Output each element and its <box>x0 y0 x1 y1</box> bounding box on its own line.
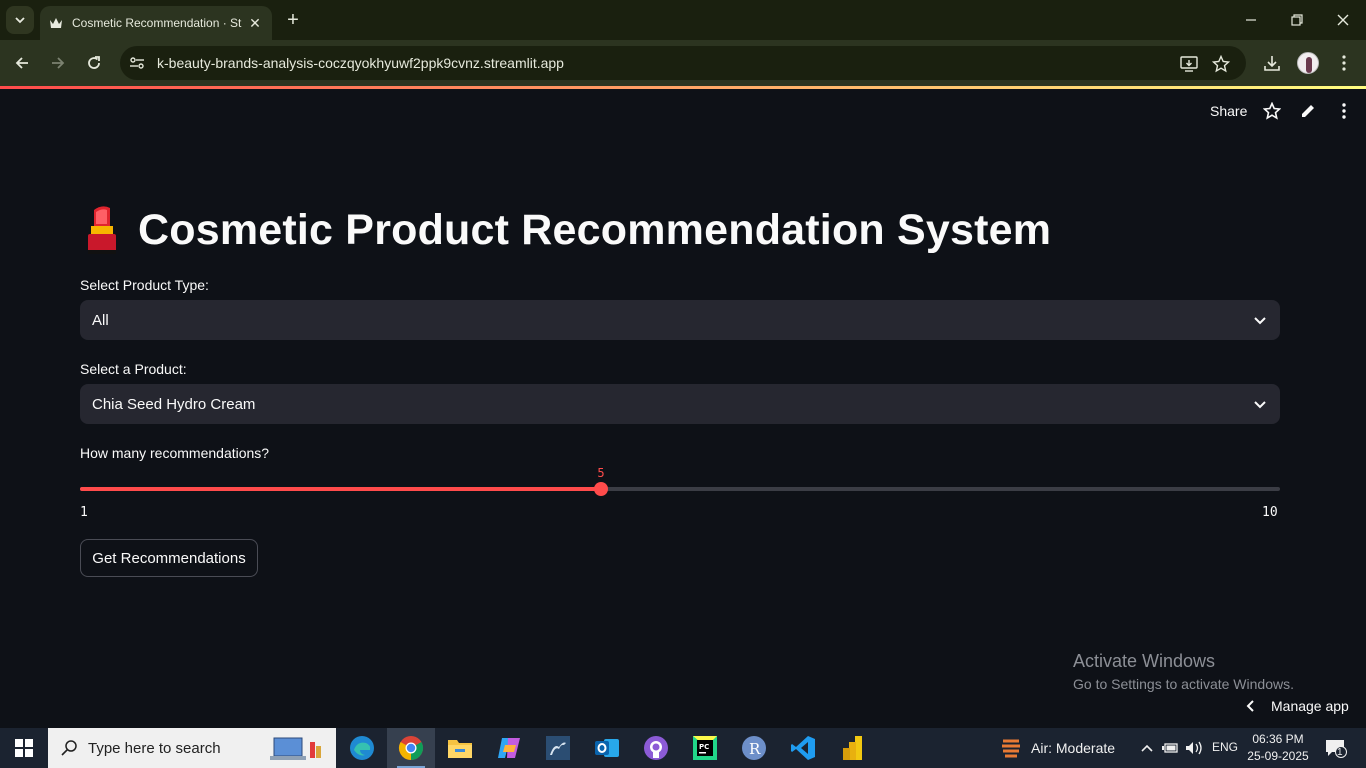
slider-value: 5 <box>597 466 605 480</box>
product-type-value: All <box>92 311 109 329</box>
chevron-down-icon <box>1252 312 1268 328</box>
slider-max-label: 10 <box>1262 505 1278 520</box>
get-recommendations-button[interactable]: Get Recommendations <box>80 539 258 577</box>
clock-time: 06:36 PM <box>1252 732 1304 746</box>
watermark-title: Activate Windows <box>1073 651 1216 671</box>
page-title: Cosmetic Product Recommendation System <box>80 200 1051 260</box>
notification-center-icon[interactable] <box>1324 738 1348 758</box>
tab-close-icon[interactable]: ✕ <box>246 15 264 32</box>
browser-tab-strip: Cosmetic Recommendation · St ✕ + <box>0 0 1366 40</box>
svg-text:PC: PC <box>699 743 709 751</box>
clock-date: 25-09-2025 <box>1247 749 1309 763</box>
product-select[interactable]: Chia Seed Hydro Cream <box>80 384 1280 424</box>
chevron-left-icon <box>1240 699 1260 713</box>
slider-thumb[interactable] <box>594 482 608 496</box>
windows-start-icon[interactable] <box>0 728 48 768</box>
lipstick-icon <box>88 206 116 254</box>
address-bar[interactable]: k-beauty-brands-analysis-coczqyokhyuwf2p… <box>120 46 1246 80</box>
chevron-down-icon <box>1252 396 1268 412</box>
share-button[interactable]: Share <box>1210 103 1247 119</box>
language-indicator[interactable]: ENG <box>1212 740 1238 754</box>
page-title-text: Cosmetic Product Recommendation System <box>138 205 1052 254</box>
vscode-icon[interactable] <box>779 728 827 768</box>
reload-icon[interactable] <box>80 49 108 77</box>
github-desktop-icon[interactable] <box>632 728 680 768</box>
pycharm-icon[interactable]: PC <box>681 728 729 768</box>
battery-icon[interactable] <box>1160 738 1180 758</box>
site-info-icon[interactable] <box>120 56 154 70</box>
browser-toolbar: k-beauty-brands-analysis-coczqyokhyuwf2p… <box>0 40 1366 86</box>
browser-tab-active[interactable]: Cosmetic Recommendation · St ✕ <box>40 6 272 40</box>
back-arrow-icon[interactable] <box>8 49 36 77</box>
product-type-label: Select Product Type: <box>80 277 209 293</box>
power-bi-icon[interactable] <box>828 728 876 768</box>
recommendations-count-label: How many recommendations? <box>80 445 270 461</box>
air-quality-icon[interactable] <box>1000 738 1022 758</box>
taskbar: Type here to search PC R Air: Moderate E… <box>0 728 1366 768</box>
chevron-up-icon[interactable] <box>1137 738 1157 758</box>
watermark-subtitle: Go to Settings to activate Windows. <box>1073 676 1294 692</box>
product-type-select[interactable]: All <box>80 300 1280 340</box>
chevron-down-icon <box>15 17 25 24</box>
slider-fill <box>80 487 601 491</box>
app-header: Share <box>0 89 1366 135</box>
copilot-icon[interactable] <box>485 728 533 768</box>
tab-title: Cosmetic Recommendation · St <box>72 16 242 30</box>
app-menu-icon[interactable] <box>1334 101 1354 121</box>
star-icon[interactable] <box>1262 101 1282 121</box>
slider-min-label: 1 <box>80 505 88 520</box>
minimize-icon[interactable] <box>1228 0 1274 40</box>
new-tab-icon[interactable]: + <box>282 8 304 32</box>
forward-arrow-icon[interactable] <box>44 49 72 77</box>
outlook-icon[interactable] <box>583 728 631 768</box>
url-text: k-beauty-brands-analysis-coczqyokhyuwf2p… <box>157 55 564 71</box>
mysql-workbench-icon[interactable] <box>534 728 582 768</box>
volume-icon[interactable] <box>1184 738 1204 758</box>
taskbar-search-box[interactable]: Type here to search <box>48 728 336 768</box>
file-explorer-icon[interactable] <box>436 728 484 768</box>
manage-app-label: Manage app <box>1271 698 1349 714</box>
profile-avatar[interactable] <box>1296 51 1320 75</box>
bookmark-star-icon[interactable] <box>1210 53 1232 75</box>
tab-search-button[interactable] <box>6 6 34 34</box>
recommendations-slider[interactable] <box>80 482 1280 496</box>
r-icon[interactable]: R <box>730 728 778 768</box>
svg-text:R: R <box>749 740 761 758</box>
search-icon <box>61 740 77 756</box>
restore-icon[interactable] <box>1274 0 1320 40</box>
air-quality-text[interactable]: Air: Moderate <box>1031 740 1115 756</box>
downloads-icon[interactable] <box>1260 51 1284 75</box>
edge-icon[interactable] <box>338 728 386 768</box>
edit-pencil-icon[interactable] <box>1298 101 1318 121</box>
notification-count: 1 <box>1337 747 1343 758</box>
install-app-icon[interactable] <box>1178 53 1200 75</box>
product-label: Select a Product: <box>80 361 187 377</box>
chrome-icon[interactable] <box>387 728 435 768</box>
search-highlight-icon <box>270 737 321 760</box>
taskbar-search-placeholder: Type here to search <box>88 739 221 757</box>
product-value: Chia Seed Hydro Cream <box>92 395 256 413</box>
close-window-icon[interactable] <box>1320 0 1366 40</box>
activate-windows-watermark: Activate Windows Go to Settings to activ… <box>1073 651 1294 692</box>
taskbar-clock[interactable]: 06:36 PM 25-09-2025 <box>1246 731 1310 765</box>
browser-menu-icon[interactable] <box>1332 51 1356 75</box>
streamlit-crown-icon <box>48 15 64 31</box>
manage-app-button[interactable]: Manage app <box>1240 694 1349 718</box>
